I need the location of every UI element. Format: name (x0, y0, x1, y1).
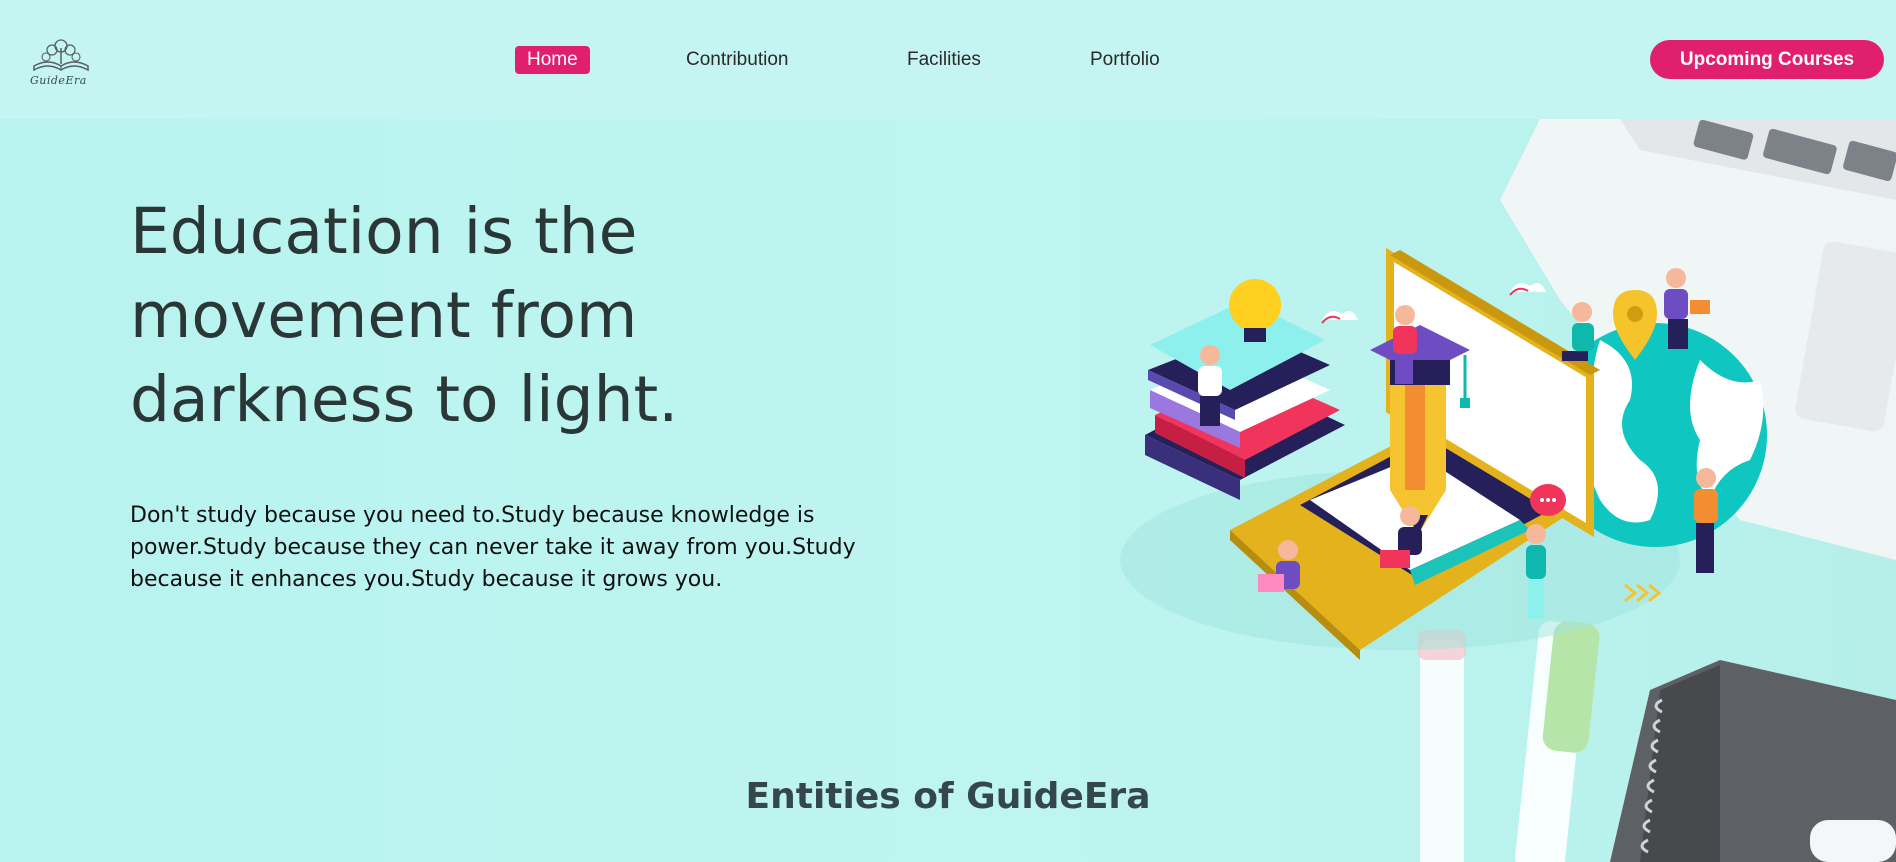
logo-text: GuideEra (30, 74, 87, 87)
education-illustration-icon (1120, 247, 1767, 660)
person-icon (1198, 345, 1222, 426)
chat-bubble-icon (1530, 484, 1566, 516)
nav-item-contribution[interactable]: Contribution (686, 46, 788, 74)
nav-item-portfolio[interactable]: Portfolio (1090, 46, 1160, 74)
person-icon (1526, 524, 1546, 619)
nav-item-facilities[interactable]: Facilities (907, 46, 981, 74)
logo-icon[interactable]: GuideEra (28, 36, 94, 90)
upcoming-courses-button[interactable]: Upcoming Courses (1650, 40, 1884, 79)
site-header: GuideEra Home Contribution Facilities Po… (0, 0, 1896, 119)
nav-item-home[interactable]: Home (515, 46, 590, 74)
entities-section-title: Entities of GuideEra (745, 776, 1151, 817)
